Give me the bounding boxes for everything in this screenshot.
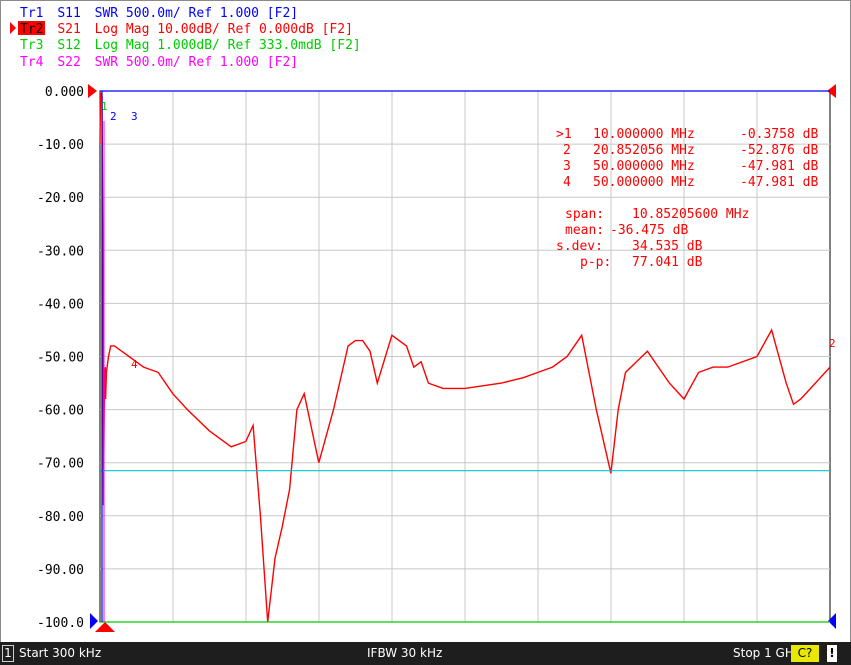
y-tick-label: -60.00 [37,404,84,419]
trace-format: SWR 500.0m/ Ref 1.000 [F2] [95,55,299,70]
y-tick-label: -50.00 [37,351,84,366]
marker-flag-1[interactable]: 1 [101,100,108,113]
analyzer-window: Tr1 S11 SWR 500.0m/ Ref 1.000 [F2] Tr2 S… [0,0,851,665]
trace-header-tr4[interactable]: Tr4 S22 SWR 500.0m/ Ref 1.000 [F2] [20,55,298,70]
trace-header-tr2[interactable]: Tr2 S21 Log Mag 10.00dB/ Ref 0.000dB [F2… [20,22,353,37]
stat-mean: mean: -36.475 dB [565,223,688,238]
trace-param: S22 [57,55,80,70]
trace-header-tr3[interactable]: Tr3 S12 Log Mag 1.000dB/ Ref 333.0mdB [F… [20,38,361,53]
warning-icon[interactable]: ! [827,645,837,662]
y-tick-label: -70.00 [37,457,84,472]
stat-pp: p-p: 77.041 dB [580,255,703,270]
y-tick-label: -40.00 [37,297,84,312]
trace-header-tr1[interactable]: Tr1 S11 SWR 500.0m/ Ref 1.000 [F2] [20,6,298,21]
y-axis-ticks: 0.000 -10.00 -20.00 -30.00 -40.00 -50.00 -60.0… [37,85,84,631]
status-bar: 1 Start 300 kHz IFBW 30 kHz Stop 1 GHz C… [0,642,851,665]
trace-id: Tr4 [20,55,44,70]
y-tick-label: -20.00 [37,191,84,206]
marker-table: >1 10.000000 MHz -0.3758 dB 2 20.852056 MHz… [556,127,818,190]
marker-flag-right-2[interactable]: 2 [829,337,836,350]
channel-indicator[interactable]: 1 [2,645,14,662]
trace-header: Tr1 S11 SWR 500.0m/ Ref 1.000 [F2] Tr2 S… [10,6,361,70]
calibration-status-badge[interactable]: C? [791,645,819,662]
trace-param: S21 [57,22,80,37]
stat-span: span: 10.85205600 MHz [565,207,749,222]
y-tick-label: -90.00 [37,563,84,578]
marker-row-3: 3 50.000000 MHz -47.981 dB [563,159,818,174]
trace-param: S11 [57,6,80,21]
y-tick-label: -30.00 [37,244,84,259]
trace-format: SWR 500.0m/ Ref 1.000 [F2] [95,6,299,21]
s11-left-marker-icon[interactable] [90,613,98,629]
y-tick-label: -80.00 [37,510,84,525]
marker-flag-3[interactable]: 3 [131,110,138,123]
marker-row-2: 2 20.852056 MHz -52.876 dB [563,143,818,158]
ifbw-setting[interactable]: IFBW 30 kHz [367,642,442,665]
trace-id: Tr2 [20,22,43,37]
y-tick-label: -10.00 [37,138,84,153]
marker-flag-4[interactable]: 4 [131,358,138,371]
y-tick-label: -100.0 [37,616,84,631]
ref-level-left-marker-icon[interactable] [88,84,97,98]
trace-format: Log Mag 10.00dB/ Ref 0.000dB [F2] [95,22,353,37]
marker-flag-2[interactable]: 2 [110,110,117,123]
trace-chart[interactable]: Tr1 S11 SWR 500.0m/ Ref 1.000 [F2] Tr2 S… [0,0,851,642]
s21-bottom-marker-icon[interactable] [95,622,115,632]
trace-id: Tr1 [20,6,43,21]
trace-id: Tr3 [20,38,43,53]
marker-row-1: >1 10.000000 MHz -0.3758 dB [556,127,818,142]
trace-param: S12 [57,38,80,53]
marker-row-4: 4 50.000000 MHz -47.981 dB [563,175,818,190]
y-tick-label: 0.000 [45,85,84,100]
active-trace-arrow-icon [10,22,16,34]
start-frequency[interactable]: Start 300 kHz [19,642,101,665]
trace-format: Log Mag 1.000dB/ Ref 333.0mdB [F2] [95,38,361,53]
